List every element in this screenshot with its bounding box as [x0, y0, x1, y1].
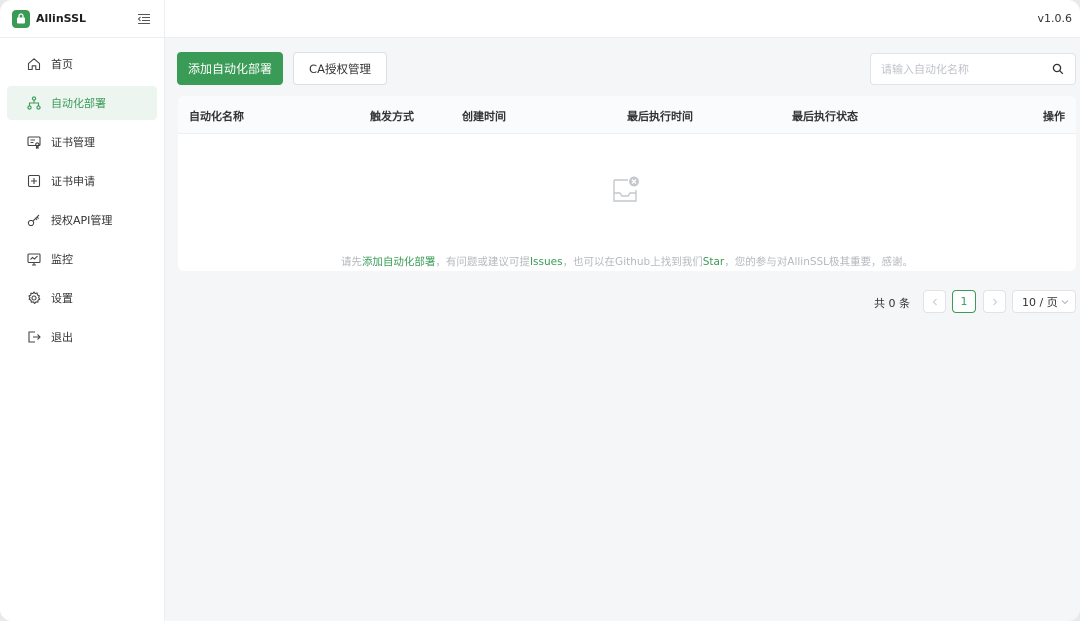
sidebar-item-logout[interactable]: 退出: [7, 320, 157, 354]
prev-page-button[interactable]: [923, 290, 946, 313]
page-size-value: 10 / 页: [1022, 295, 1058, 309]
column-header-last-run: 最后执行时间: [627, 110, 693, 123]
collapse-sidebar-icon[interactable]: [136, 11, 152, 27]
search-icon[interactable]: [1051, 62, 1065, 76]
sidebar-item-cert-apply[interactable]: 证书申请: [7, 164, 157, 198]
logout-icon: [26, 329, 42, 345]
chevron-down-icon: [1061, 298, 1069, 306]
sidebar-item-label: 监控: [51, 253, 73, 266]
chevron-right-icon: [992, 298, 997, 305]
sidebar-item-label: 证书申请: [51, 175, 95, 188]
column-header-actions: 操作: [1043, 110, 1065, 123]
column-header-trigger: 触发方式: [370, 110, 414, 123]
total-count: 共 0 条: [874, 297, 910, 310]
plus-square-icon: [26, 173, 42, 189]
home-icon: [26, 56, 42, 72]
add-automation-button[interactable]: 添加自动化部署: [177, 52, 283, 85]
page-size-select[interactable]: 10 / 页: [1012, 290, 1076, 313]
brand: AllinSSL: [0, 0, 164, 38]
certificate-icon: [26, 134, 42, 150]
sidebar-item-label: 授权API管理: [51, 214, 113, 227]
empty-inbox-icon: [610, 174, 642, 206]
ca-auth-management-button[interactable]: CA授权管理: [293, 52, 387, 85]
sidebar-item-certificates[interactable]: 证书管理: [7, 125, 157, 159]
top-bar: v1.0.6: [165, 0, 1080, 38]
star-link[interactable]: Star: [703, 256, 725, 268]
issues-link[interactable]: Issues: [530, 256, 563, 268]
empty-text-suffix: ，您的参与对AllinSSL极其重要，感谢。: [724, 256, 914, 268]
sidebar-item-label: 首页: [51, 58, 73, 71]
column-header-last-status: 最后执行状态: [792, 110, 858, 123]
column-header-created: 创建时间: [462, 110, 506, 123]
page-button-current[interactable]: 1: [952, 290, 976, 313]
app-name: AllinSSL: [36, 12, 87, 25]
sidebar: AllinSSL 首页 自动化部署 证书管理 证书申请 授权API管理 监控 设…: [0, 0, 165, 621]
workflow-icon: [26, 95, 42, 111]
search-box: [870, 53, 1076, 85]
empty-text-middle: ，也可以在Github上找到我们: [562, 256, 703, 268]
chevron-left-icon: [932, 298, 937, 305]
sidebar-item-home[interactable]: 首页: [7, 47, 157, 81]
empty-state: 请先添加自动化部署，有问题或建议可提Issues，也可以在Github上找到我们…: [178, 134, 1076, 271]
app-window: AllinSSL 首页 自动化部署 证书管理 证书申请 授权API管理 监控 设…: [0, 0, 1080, 621]
column-header-name: 自动化名称: [189, 110, 244, 123]
sidebar-item-label: 退出: [51, 331, 73, 344]
automation-table: 自动化名称 触发方式 创建时间 最后执行时间 最后执行状态 操作 请先添加自动化…: [178, 96, 1076, 271]
empty-message: 请先添加自动化部署，有问题或建议可提Issues，也可以在Github上找到我们…: [178, 254, 1076, 269]
table-header: 自动化名称 触发方式 创建时间 最后执行时间 最后执行状态 操作: [178, 96, 1076, 134]
version-label: v1.0.6: [1037, 12, 1073, 25]
sidebar-item-label: 自动化部署: [51, 97, 106, 110]
next-page-button[interactable]: [983, 290, 1006, 313]
gear-icon: [26, 290, 42, 306]
key-icon: [26, 212, 42, 228]
sidebar-item-automation[interactable]: 自动化部署: [7, 86, 157, 120]
sidebar-item-monitor[interactable]: 监控: [7, 242, 157, 276]
add-automation-link[interactable]: 添加自动化部署: [362, 256, 436, 268]
search-input[interactable]: [881, 62, 1051, 76]
sidebar-item-label: 设置: [51, 292, 73, 305]
sidebar-item-settings[interactable]: 设置: [7, 281, 157, 315]
sidebar-item-label: 证书管理: [51, 136, 95, 149]
monitor-icon: [26, 251, 42, 267]
sidebar-menu: 首页 自动化部署 证书管理 证书申请 授权API管理 监控 设置 退出: [0, 38, 164, 354]
app-logo-icon: [12, 9, 30, 28]
empty-text-prefix: 请先: [340, 256, 362, 268]
sidebar-item-api-auth[interactable]: 授权API管理: [7, 203, 157, 237]
empty-text-middle: ，有问题或建议可提: [435, 256, 530, 268]
